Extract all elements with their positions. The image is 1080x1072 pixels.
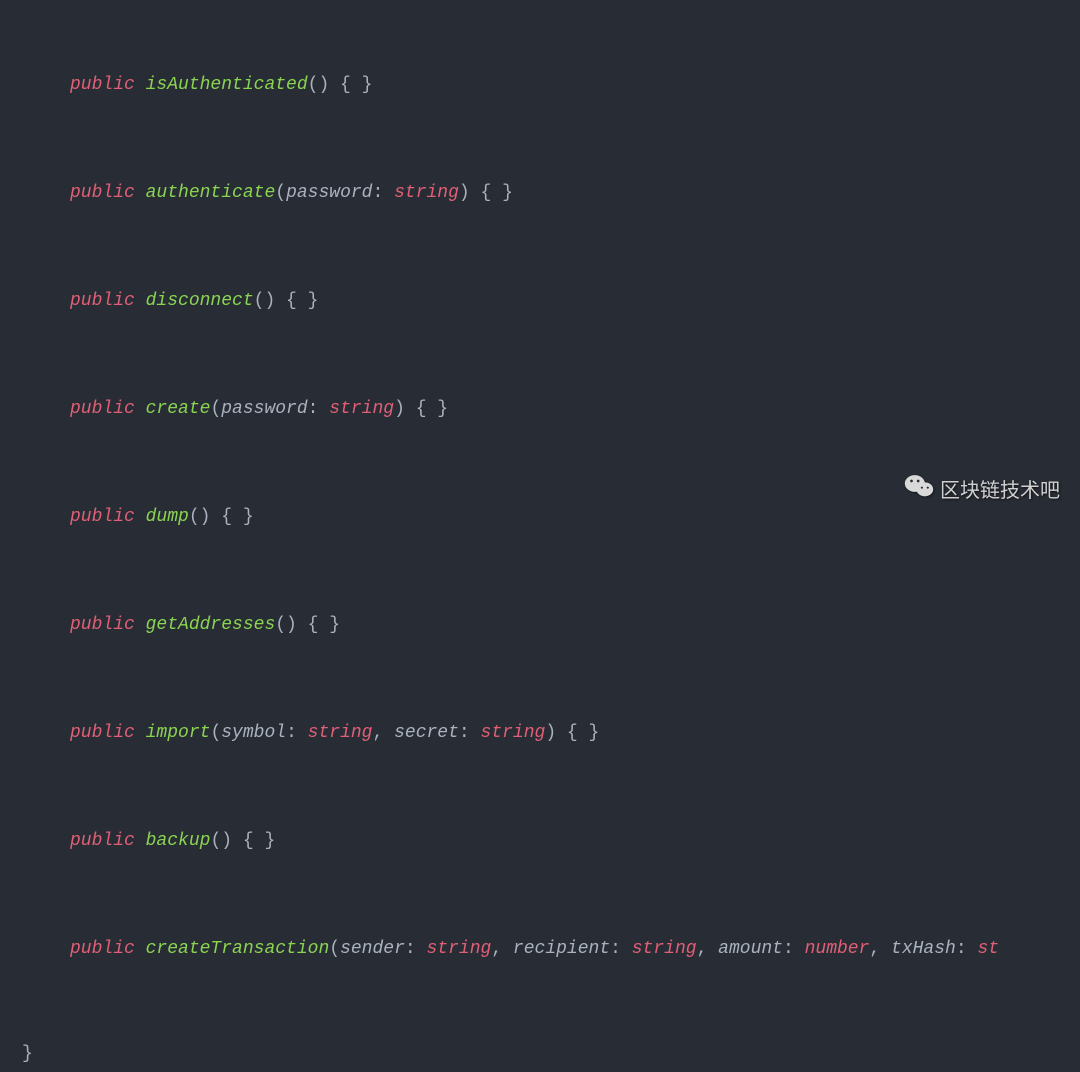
- keyword: public: [70, 939, 135, 959]
- code-line: public authenticate(password: string) { …: [22, 180, 1080, 207]
- function-name: createTransaction: [146, 939, 330, 959]
- code-line: public disconnect() { }: [22, 288, 1080, 315]
- keyword: public: [70, 75, 135, 95]
- code-block: public isAuthenticated() { } public auth…: [0, 18, 1080, 1072]
- open-paren: (: [275, 183, 286, 203]
- param-type: string: [427, 939, 492, 959]
- watermark: 区块链技术吧: [904, 473, 1060, 508]
- close-paren: ) { }: [459, 183, 513, 203]
- code-line: public getAddresses() { }: [22, 612, 1080, 639]
- closing-brace: }: [22, 1041, 1080, 1068]
- param-type: string: [308, 723, 373, 743]
- keyword: public: [70, 615, 135, 635]
- keyword: public: [70, 183, 135, 203]
- param-name: recipient: [513, 939, 610, 959]
- code-line: public backup() { }: [22, 828, 1080, 855]
- function-name: disconnect: [146, 291, 254, 311]
- code-line: public createTransaction(sender: string,…: [22, 936, 1080, 963]
- code-line: public create(password: string) { }: [22, 396, 1080, 423]
- code-line: public import(symbol: string, secret: st…: [22, 720, 1080, 747]
- function-name: backup: [146, 831, 211, 851]
- param-name: amount: [718, 939, 783, 959]
- keyword: public: [70, 831, 135, 851]
- keyword: public: [70, 507, 135, 527]
- code-line: public isAuthenticated() { }: [22, 72, 1080, 99]
- function-name: isAuthenticated: [146, 75, 308, 95]
- param-name: password: [286, 183, 372, 203]
- wechat-icon: [904, 473, 934, 508]
- param-name: txHash: [891, 939, 956, 959]
- keyword: public: [70, 291, 135, 311]
- function-name: dump: [146, 507, 189, 527]
- param-type: string: [329, 399, 394, 419]
- param-name: sender: [340, 939, 405, 959]
- param-name: secret: [394, 723, 459, 743]
- param-name: password: [221, 399, 307, 419]
- param-name: symbol: [221, 723, 286, 743]
- function-name: authenticate: [146, 183, 276, 203]
- param-type: string: [632, 939, 697, 959]
- function-name: import: [146, 723, 211, 743]
- function-name: create: [146, 399, 211, 419]
- function-name: getAddresses: [146, 615, 276, 635]
- keyword: public: [70, 723, 135, 743]
- param-type: st: [977, 939, 999, 959]
- param-type: string: [481, 723, 546, 743]
- keyword: public: [70, 399, 135, 419]
- parens: () { }: [308, 75, 373, 95]
- param-type: number: [805, 939, 870, 959]
- code-line: public dump() { }: [22, 504, 1080, 531]
- param-type: string: [394, 183, 459, 203]
- watermark-text: 区块链技术吧: [940, 476, 1060, 506]
